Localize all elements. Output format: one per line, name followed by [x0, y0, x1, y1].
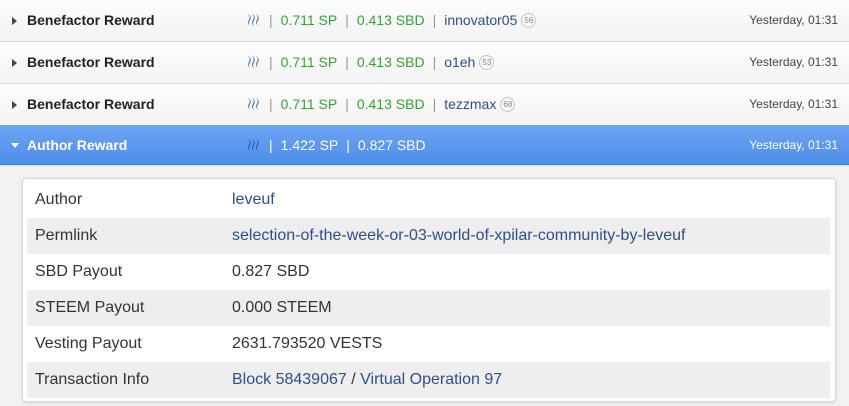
sp-amount: 0.711 SP	[280, 96, 338, 112]
table-row: Permlink selection-of-the-week-or-03-wor…	[27, 218, 830, 254]
field-label-author: Author	[35, 191, 83, 208]
separator: /	[351, 371, 356, 388]
sbd-amount: 0.413 SBD	[356, 54, 425, 70]
field-label-transaction-info: Transaction Info	[27, 362, 232, 398]
field-label-steem-payout: STEEM Payout	[27, 290, 232, 326]
steem-logo-icon	[248, 97, 259, 111]
field-label-vesting-payout: Vesting Payout	[35, 335, 142, 352]
sbd-amount: 0.413 SBD	[356, 12, 425, 28]
steem-logo-icon	[248, 13, 259, 27]
table-row: SBD Payout 0.827 SBD	[27, 254, 830, 290]
transaction-info-value: Block 58439067 / Virtual Operation 97	[232, 362, 830, 398]
timestamp: Yesterday, 01:31	[749, 138, 838, 152]
separator: |	[432, 54, 437, 70]
sbd-payout-value: 0.827 SBD	[232, 263, 310, 280]
caret-right-icon	[12, 16, 17, 25]
reputation-badge: 56	[521, 12, 537, 28]
sp-amount: 1.422 SP	[280, 137, 339, 153]
operation-row-expanded[interactable]: Author Reward | 1.422 SP | 0.827 SBD Yes…	[0, 125, 849, 165]
separator: |	[269, 12, 273, 28]
separator: |	[345, 96, 349, 112]
reputation-badge: 68	[500, 96, 516, 112]
operation-summary: | 0.711 SP | 0.413 SBD | o1eh 53	[246, 42, 495, 82]
vesting-payout-value: 2631.793520 VESTS	[232, 335, 383, 352]
sbd-amount: 0.827 SBD	[357, 137, 426, 153]
detail-table: Author leveuf Permlink selection-of-the-…	[27, 182, 830, 398]
separator: |	[432, 96, 437, 112]
caret-right-icon	[12, 100, 17, 109]
field-label-permlink: Permlink	[27, 218, 232, 254]
field-label-sbd-payout: SBD Payout	[35, 263, 123, 280]
operation-type: Benefactor Reward	[27, 96, 155, 112]
operation-summary: | 1.422 SP | 0.827 SBD	[246, 125, 426, 165]
permlink-link[interactable]: selection-of-the-week-or-03-world-of-xpi…	[232, 227, 685, 244]
author-link[interactable]: leveuf	[232, 191, 275, 208]
table-row: STEEM Payout 0.000 STEEM	[27, 290, 830, 326]
separator: |	[432, 12, 437, 28]
caret-down-icon	[11, 142, 19, 148]
account-link[interactable]: o1eh	[444, 42, 475, 82]
separator: |	[269, 54, 273, 70]
separator: |	[345, 54, 349, 70]
separator: |	[269, 137, 273, 153]
timestamp: Yesterday, 01:31	[749, 97, 838, 111]
operation-row[interactable]: Benefactor Reward | 0.711 SP | 0.413 SBD…	[0, 42, 849, 84]
separator: |	[345, 12, 349, 28]
timestamp: Yesterday, 01:31	[749, 13, 838, 27]
reputation-badge: 53	[479, 54, 495, 70]
steem-payout-value: 0.000 STEEM	[232, 290, 830, 326]
operation-summary: | 0.711 SP | 0.413 SBD | tezzmax 68	[246, 84, 516, 124]
virtual-operation-link[interactable]: Virtual Operation 97	[360, 371, 502, 388]
operation-type: Benefactor Reward	[27, 54, 155, 70]
sp-amount: 0.711 SP	[280, 54, 338, 70]
account-link[interactable]: tezzmax	[444, 84, 496, 124]
steem-logo-icon	[248, 138, 259, 152]
operation-detail-panel: Author leveuf Permlink selection-of-the-…	[22, 178, 836, 402]
timestamp: Yesterday, 01:31	[749, 55, 838, 69]
operation-row[interactable]: Benefactor Reward | 0.711 SP | 0.413 SBD…	[0, 0, 849, 42]
sbd-amount: 0.413 SBD	[356, 96, 425, 112]
steem-logo-icon	[248, 55, 259, 69]
operation-summary: | 0.711 SP | 0.413 SBD | innovator05 56	[246, 0, 537, 40]
operation-type: Benefactor Reward	[27, 12, 155, 28]
table-row: Author leveuf	[27, 182, 830, 218]
block-link[interactable]: Block 58439067	[232, 371, 347, 388]
operation-row[interactable]: Benefactor Reward | 0.711 SP | 0.413 SBD…	[0, 84, 849, 126]
table-row: Transaction Info Block 58439067 / Virtua…	[27, 362, 830, 398]
sp-amount: 0.711 SP	[280, 12, 338, 28]
account-link[interactable]: innovator05	[444, 0, 517, 40]
separator: |	[346, 137, 350, 153]
separator: |	[269, 96, 273, 112]
caret-right-icon	[12, 58, 17, 67]
table-row: Vesting Payout 2631.793520 VESTS	[27, 326, 830, 362]
operation-type: Author Reward	[27, 137, 128, 153]
